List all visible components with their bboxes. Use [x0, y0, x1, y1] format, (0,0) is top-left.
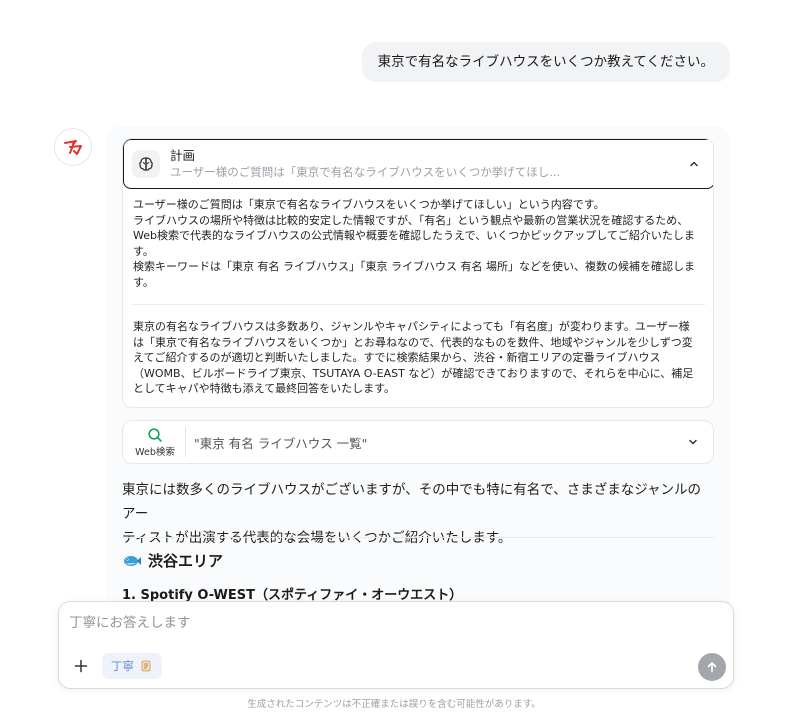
- section-heading-text: 渋谷エリア: [148, 552, 224, 570]
- plan-header-toggle[interactable]: 計画 ユーザー様のご質問は「東京で有名なライブハウスをいくつか挙げてほし...: [123, 139, 713, 189]
- web-search-badge: Web検索: [131, 427, 179, 458]
- web-search-label: Web検索: [135, 446, 175, 458]
- plan-line: 検索キーワードは「東京 有名 ライブハウス」「東京 ライブハウス 有名 場所」な…: [133, 260, 695, 273]
- user-message-text: 東京で有名なライブハウスをいくつか教えてください。: [377, 54, 714, 70]
- plan-subtitle: ユーザー様のご質問は「東京で有名なライブハウスをいくつか挙げてほし...: [170, 165, 561, 179]
- plan-line: 東京の有名なライブハウスは多数あり、ジャンルやキャパシティによっても「有名度」が…: [133, 320, 690, 333]
- plan-line: としてキャパや特徴も添えて最終回答をいたします。: [133, 382, 396, 395]
- assistant-logo-icon: [64, 140, 82, 155]
- plan-line: ユーザー様のご質問は「東京で有名なライブハウスをいくつか挙げてほしい」という内容…: [133, 198, 605, 211]
- message-composer: 丁寧: [58, 601, 734, 689]
- user-message-bubble: 東京で有名なライブハウスをいくつか教えてください。: [361, 42, 730, 82]
- disclaimer: 生成されたコンテンツは不正確または誤りを含む可能性があります。: [247, 699, 541, 710]
- mode-label: 丁寧: [111, 659, 134, 673]
- plan-line: は「東京で有名なライブハウスをいくつか」とお尋ねなので、代表的なものを数件、地域…: [133, 335, 693, 349]
- web-search-card[interactable]: Web検索 "東京 有名 ライブハウス 一覧": [122, 420, 714, 464]
- search-icon: [148, 427, 162, 442]
- answer-divider: [122, 537, 714, 538]
- plus-icon: [74, 659, 88, 673]
- section-heading: 渋谷エリア: [122, 550, 223, 571]
- chevron-down-icon: [685, 434, 701, 450]
- fish-icon: [124, 555, 141, 566]
- plan-line: （WOMB、ビルボードライブ東京、TSUTAYA O-EAST など）が確認でき…: [133, 366, 694, 380]
- message-input[interactable]: [69, 610, 719, 636]
- plan-paragraph-2: 東京の有名なライブハウスは多数あり、ジャンルやキャパシティによっても「有名度」が…: [133, 319, 705, 397]
- answer-intro-line: 東京には数多くのライブハウスがございますが、その中でも特に有名で、さまざまなジャ…: [122, 482, 702, 522]
- scroll-icon: [141, 660, 151, 672]
- plan-titles: 計画 ユーザー様のご質問は「東京で有名なライブハウスをいくつか挙げてほし...: [170, 148, 686, 180]
- plan-paragraph-1: ユーザー様のご質問は「東京で有名なライブハウスをいくつか挙げてほしい」という内容…: [133, 197, 705, 290]
- send-button[interactable]: [698, 653, 726, 681]
- chevron-up-icon: [686, 156, 702, 172]
- plan-line: Web検索で代表的なライブハウスの公式情報や概要を確認したうえで、いくつかピック…: [133, 229, 695, 242]
- arrow-up-icon: [707, 662, 717, 673]
- plan-line: す。: [133, 244, 154, 258]
- polite-mode-toggle[interactable]: 丁寧: [102, 653, 162, 679]
- web-search-query: "東京 有名 ライブハウス 一覧": [194, 435, 368, 451]
- brain-icon: [132, 150, 160, 178]
- plan-line: えてご紹介するのが適切と判断いたしました。すでに検索結果から、渋谷・新宿エリアの…: [133, 351, 661, 364]
- plan-line: ライブハウスの場所や特徴は比較的安定した情報ですが、「有名」という観点や最新の営…: [133, 213, 689, 227]
- assistant-avatar: [54, 128, 92, 166]
- answer-intro: 東京には数多くのライブハウスがございますが、その中でも特に有名で、さまざまなジャ…: [122, 478, 714, 550]
- add-attachment-button[interactable]: [67, 652, 95, 680]
- plan-divider: [133, 304, 705, 305]
- divider: [185, 427, 186, 457]
- plan-body: ユーザー様のご質問は「東京で有名なライブハウスをいくつか挙げてほしい」という内容…: [133, 197, 705, 397]
- plan-card: 計画 ユーザー様のご質問は「東京で有名なライブハウスをいくつか挙げてほし... …: [122, 138, 714, 408]
- answer-intro-line: ティストが出演する代表的な会場をいくつかご紹介いたします。: [122, 530, 512, 546]
- plan-line: す。: [133, 275, 154, 289]
- plan-title: 計画: [170, 148, 196, 163]
- assistant-response: 計画 ユーザー様のご質問は「東京で有名なライブハウスをいくつか挙げてほし... …: [106, 126, 730, 646]
